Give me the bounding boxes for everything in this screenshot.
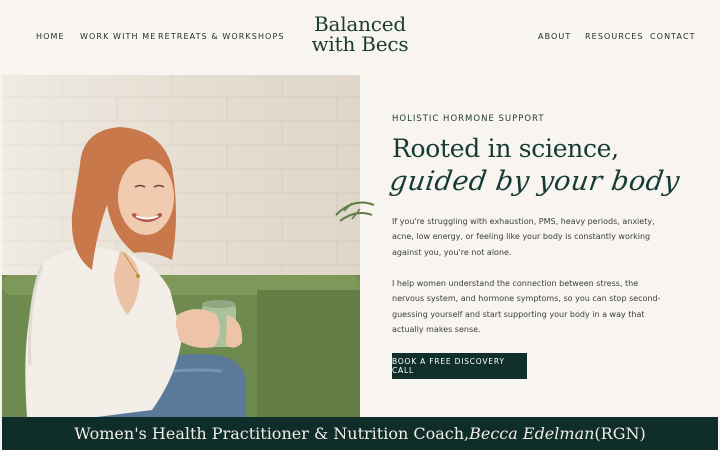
banner-name: Becca Edelman: [469, 424, 595, 443]
hero-description-paragraph: I help women understand the connection b…: [392, 279, 661, 334]
site-logo[interactable]: Balanced with Becs: [300, 14, 420, 54]
banner-suffix: (RGN): [594, 424, 646, 443]
hero-intro-paragraph: If you're struggling with exhaustion, PM…: [392, 217, 655, 257]
logo-line-1: Balanced: [313, 12, 407, 36]
hero-eyebrow: HOLISTIC HORMONE SUPPORT: [392, 114, 545, 124]
hero-photo: [2, 75, 360, 417]
nav-work-with-me[interactable]: WORK WITH ME: [80, 32, 156, 41]
nav-contact[interactable]: CONTACT: [650, 32, 696, 41]
credentials-banner: Women's Health Practitioner & Nutrition …: [2, 417, 718, 450]
nav-resources[interactable]: RESOURCES: [585, 32, 644, 41]
book-discovery-call-button[interactable]: BOOK A FREE DISCOVERY CALL: [392, 353, 527, 379]
hero-script-tagline: guided by your body: [387, 166, 682, 197]
logo-line-2: with Becs: [311, 32, 409, 56]
banner-title: Women's Health Practitioner & Nutrition …: [74, 424, 470, 443]
nav-retreats-workshops[interactable]: RETREATS & WORKSHOPS: [158, 32, 285, 41]
site-header: HOME WORK WITH ME RETREATS & WORKSHOPS B…: [0, 0, 720, 75]
plant-leaf-icon: [335, 201, 375, 222]
nav-home[interactable]: HOME: [36, 32, 65, 41]
nav-about[interactable]: ABOUT: [538, 32, 571, 41]
hero-headline: Rooted in science,: [392, 134, 619, 163]
hero-photo-illustration: [2, 75, 360, 417]
